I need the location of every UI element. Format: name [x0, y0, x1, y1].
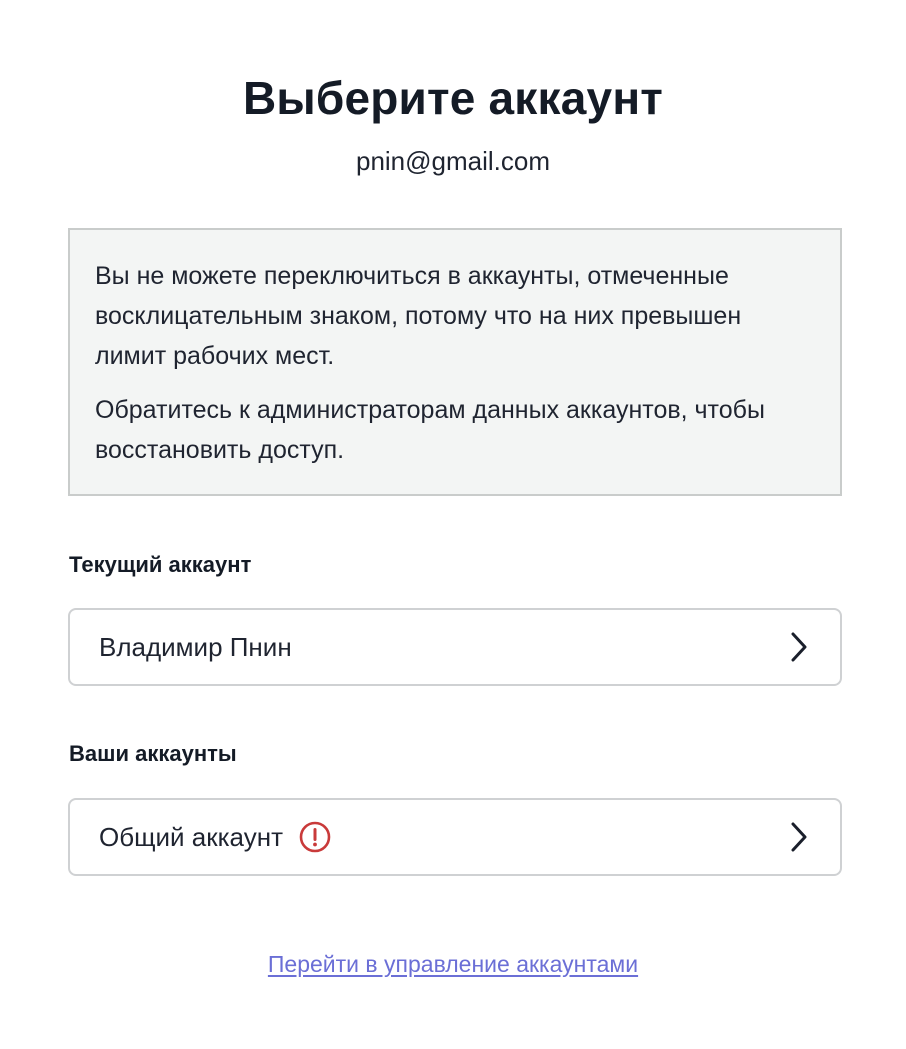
notice-text-contact-admin: Обратитесь к администраторам данных акка… — [95, 396, 765, 464]
seat-limit-notice: Вы не можете переключиться в аккаунты, о… — [68, 228, 842, 496]
exclamation-circle-icon — [299, 821, 331, 853]
account-email: pnin@gmail.com — [355, 146, 551, 176]
current-account-row[interactable]: Владимир Пнин — [68, 608, 842, 686]
manage-accounts-link[interactable]: Перейти в управление аккаунтами — [268, 951, 638, 977]
page-title: Выберите аккаунт — [242, 72, 664, 124]
chevron-right-icon — [791, 632, 807, 662]
shared-account-row[interactable]: Общий аккаунт — [68, 798, 842, 876]
notice-text-limit: Вы не можете переключиться в аккаунты, о… — [95, 262, 742, 370]
shared-account-name: Общий аккаунт — [99, 822, 283, 852]
current-account-label: Текущий аккаунт — [69, 552, 252, 577]
your-accounts-label: Ваши аккаунты — [69, 741, 237, 766]
chevron-right-icon — [791, 822, 807, 852]
manage-accounts-link-container: Перейти в управление аккаунтами — [0, 949, 906, 979]
current-account-name: Владимир Пнин — [99, 632, 292, 662]
